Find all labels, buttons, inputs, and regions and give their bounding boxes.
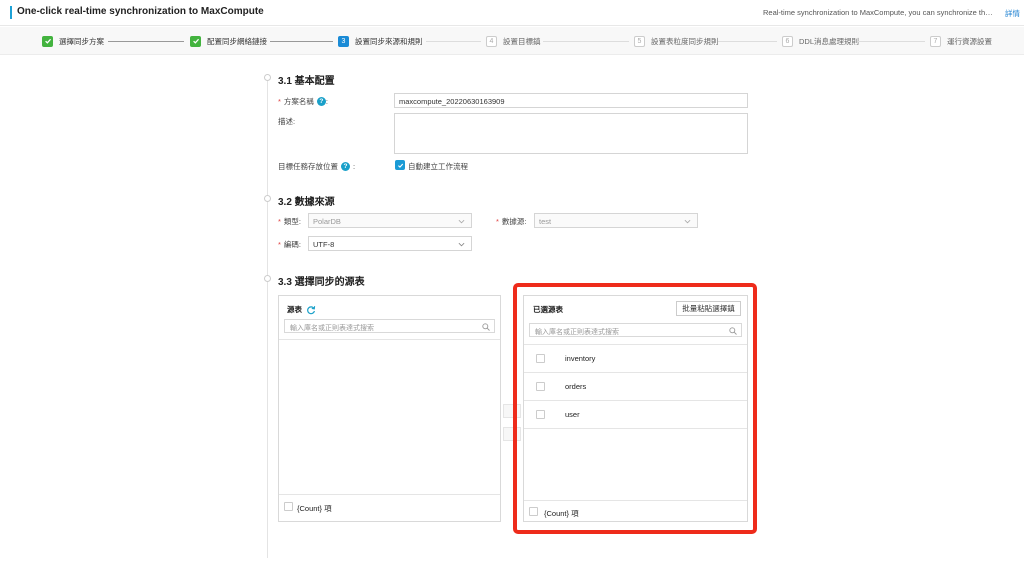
type-label: * 類型: <box>278 216 301 227</box>
chevron-down-icon <box>458 219 465 224</box>
encoding-select[interactable]: UTF-8 <box>308 236 472 251</box>
help-icon[interactable]: ? <box>341 162 350 171</box>
timeline-dot <box>264 195 271 202</box>
source-panel-title: 源表 <box>287 304 316 315</box>
step-connector <box>543 41 629 42</box>
search-icon[interactable] <box>482 323 490 331</box>
required-mark: * <box>278 217 281 226</box>
check-icon <box>42 35 53 47</box>
panel-divider <box>279 339 500 340</box>
label-colon: : <box>325 97 329 106</box>
page-header: One-click real-time synchronization to M… <box>0 0 1024 26</box>
step-1[interactable]: 選擇同步方案 <box>42 35 104 47</box>
step-6[interactable]: 6 DDL消息處理規則 <box>782 35 859 47</box>
step-5[interactable]: 5 設置表粒度同步規則 <box>634 35 719 47</box>
step-label: 設置表粒度同步規則 <box>651 36 719 46</box>
required-mark: * <box>496 217 499 226</box>
plan-name-input[interactable]: maxcompute_20220630163909 <box>394 93 748 108</box>
source-table-panel: 源表 輸入庫名或正則表達式搜索 {Count} 項 <box>278 295 501 522</box>
chevron-down-icon <box>458 242 465 247</box>
section-timeline <box>267 80 268 558</box>
source-search-input[interactable]: 輸入庫名或正則表達式搜索 <box>284 319 495 333</box>
datasource-select-value: test <box>539 217 552 226</box>
step-connector <box>858 41 925 42</box>
step-connector <box>270 41 333 42</box>
title-accent-bar <box>10 6 12 19</box>
step-number: 3 <box>338 35 349 47</box>
step-label: 設置同步來源和規則 <box>355 36 423 46</box>
step-label: 運行資源設置 <box>947 36 992 46</box>
step-number: 5 <box>634 35 645 47</box>
auto-create-label[interactable]: 自動建立工作流程 <box>408 161 468 172</box>
step-2[interactable]: 配置同步網絡鏈接 <box>190 35 267 47</box>
step-number: 4 <box>486 35 497 47</box>
location-label: 目標任務存放位置 ? : <box>278 161 355 172</box>
step-4[interactable]: 4 設置目標鎮 <box>486 35 541 47</box>
step-label: 配置同步網絡鏈接 <box>207 36 267 46</box>
chevron-down-icon <box>684 219 691 224</box>
page-title: One-click real-time synchronization to M… <box>17 6 264 17</box>
required-mark: * <box>278 97 281 106</box>
datasource-select[interactable]: test <box>534 213 698 228</box>
type-label-text: 類型: <box>283 217 302 226</box>
step-label: DDL消息處理規則 <box>799 36 860 46</box>
step-number: 6 <box>782 35 793 47</box>
step-label: 選擇同步方案 <box>59 36 104 46</box>
datasource-label-text: 數據源: <box>501 217 527 226</box>
label-colon: : <box>353 162 356 171</box>
encoding-label: * 編碼: <box>278 239 301 250</box>
section-title-source: 3.2 數據來源 <box>278 197 335 208</box>
source-panel-title-text: 源表 <box>287 305 302 314</box>
step-connector <box>426 41 481 42</box>
type-select-value: PolarDB <box>313 217 341 226</box>
check-icon <box>397 163 403 168</box>
description-label: 描述: <box>278 117 296 126</box>
step-connector <box>108 41 184 42</box>
encoding-label-text: 編碼: <box>283 240 302 249</box>
timeline-dot <box>264 275 271 282</box>
section-title-tables: 3.3 選擇同步的源表 <box>278 277 365 288</box>
datasource-label: * 數據源: <box>496 216 527 227</box>
section-title-basic: 3.1 基本配置 <box>278 76 335 87</box>
step-label: 設置目標鎮 <box>503 36 541 46</box>
required-mark: * <box>278 240 281 249</box>
timeline-dot <box>264 74 271 81</box>
plan-name-label: * 方案名稱 ? : <box>278 96 328 107</box>
select-all-checkbox[interactable] <box>284 502 293 511</box>
page-description: Real-time synchronization to MaxCompute,… <box>763 8 995 17</box>
source-search-placeholder: 輸入庫名或正則表達式搜索 <box>290 325 374 332</box>
location-label-text: 目標任務存放位置 <box>278 162 338 171</box>
description-textarea[interactable] <box>394 113 748 154</box>
check-icon <box>190 35 201 47</box>
auto-create-checkbox[interactable] <box>395 160 405 170</box>
source-count-label: {Count} 項 <box>297 504 332 513</box>
plan-name-label-text: 方案名稱 <box>283 97 314 106</box>
panel-divider <box>279 494 500 495</box>
encoding-select-value: UTF-8 <box>313 240 335 249</box>
help-icon[interactable]: ? <box>316 97 326 106</box>
type-select[interactable]: PolarDB <box>308 213 472 228</box>
step-number: 7 <box>930 35 941 47</box>
step-3[interactable]: 3 設置同步來源和規則 <box>338 35 423 47</box>
refresh-icon[interactable] <box>306 305 316 315</box>
step-connector <box>718 41 777 42</box>
highlight-box <box>513 283 757 534</box>
step-7[interactable]: 7 運行資源設置 <box>930 35 992 47</box>
details-link[interactable]: 詳情 <box>1005 8 1020 19</box>
